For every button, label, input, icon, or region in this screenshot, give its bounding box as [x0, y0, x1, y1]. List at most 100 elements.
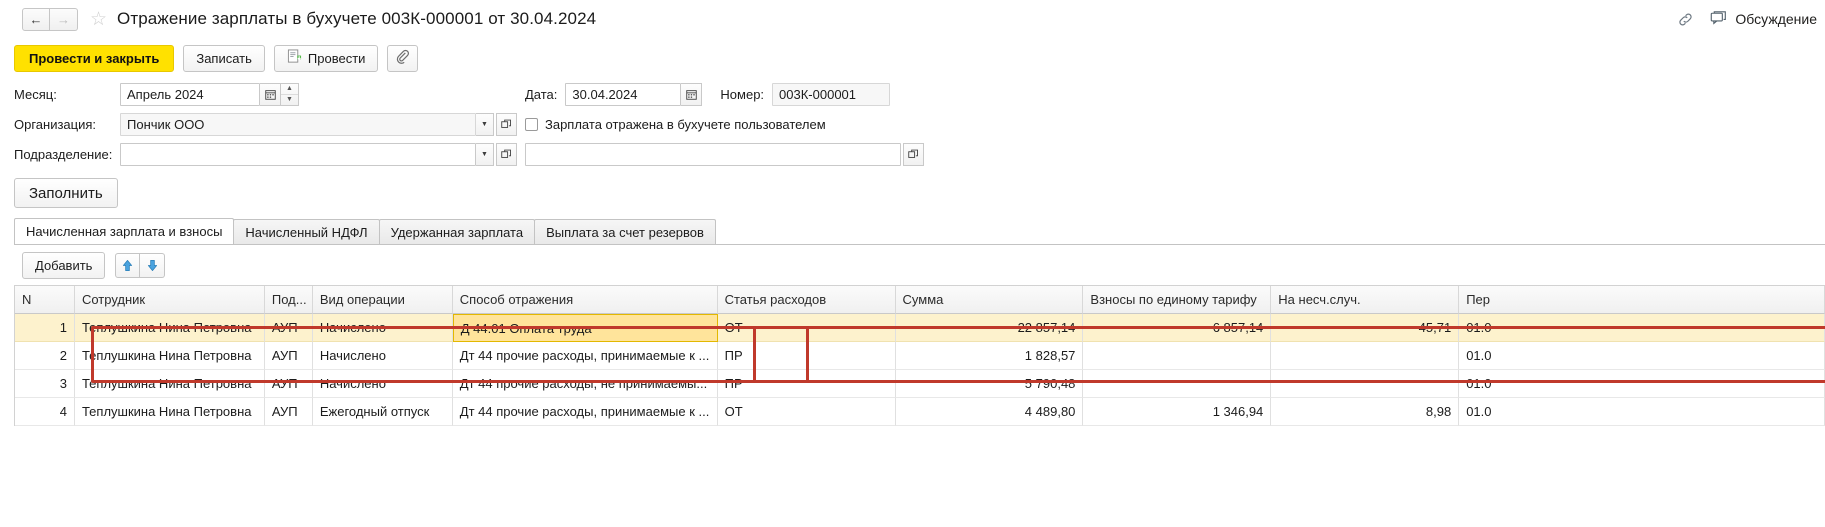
column-header-amount[interactable]: Сумма — [896, 286, 1084, 314]
cell-n[interactable]: 1 — [15, 314, 75, 342]
department-input[interactable] — [120, 143, 476, 166]
navigation-buttons: ← → — [22, 8, 78, 31]
cell-method[interactable]: Дт 44 прочие расходы, принимаемые к ... — [453, 342, 718, 370]
cell-period[interactable]: 01.0 — [1459, 370, 1825, 398]
link-icon[interactable] — [1677, 11, 1694, 28]
open-list-icon[interactable] — [496, 143, 517, 166]
table-row[interactable]: 1 Теплушкина Нина Петровна АУП Начислено… — [15, 314, 1825, 342]
cell-n[interactable]: 3 — [15, 370, 75, 398]
star-icon[interactable]: ☆ — [90, 10, 107, 29]
column-header-department[interactable]: Под... — [265, 286, 313, 314]
calendar-icon[interactable] — [681, 83, 702, 106]
tab-bar: Начисленная зарплата и взносы Начисленны… — [0, 218, 1825, 244]
cell-method[interactable]: Дт 44 прочие расходы, не принимаемы... — [453, 370, 718, 398]
organization-label: Организация: — [14, 117, 120, 132]
cell-amount[interactable]: 22 857,14 — [896, 314, 1084, 342]
cell-method[interactable]: Дт 44 прочие расходы, принимаемые к ... — [453, 398, 718, 426]
table-row[interactable]: 4 Теплушкина Нина Петровна АУП Ежегодный… — [15, 398, 1825, 426]
spinner-up-icon[interactable]: ▲ — [281, 84, 298, 95]
cell-contributions[interactable]: 6 857,14 — [1083, 314, 1271, 342]
cell-n[interactable]: 2 — [15, 342, 75, 370]
column-header-period[interactable]: Пер — [1459, 286, 1825, 314]
cell-operation[interactable]: Начислено — [313, 370, 453, 398]
cell-n[interactable]: 4 — [15, 398, 75, 426]
tab-reserve-payment[interactable]: Выплата за счет резервов — [534, 219, 716, 244]
cell-amount[interactable]: 4 489,80 — [896, 398, 1084, 426]
cell-employee[interactable]: Теплушкина Нина Петровна — [75, 370, 265, 398]
tab-accrued-salary[interactable]: Начисленная зарплата и взносы — [14, 218, 234, 244]
cell-operation[interactable]: Ежегодный отпуск — [313, 398, 453, 426]
chevron-down-icon[interactable]: ▼ — [476, 113, 494, 136]
number-input[interactable]: 003К-000001 — [772, 83, 890, 106]
document-window: ← → ☆ Отражение зарплаты в бухучете 003К… — [0, 0, 1825, 527]
cell-method[interactable]: Д 44.01 Оплата труда — [453, 314, 718, 342]
column-header-method[interactable]: Способ отражения — [453, 286, 718, 314]
column-header-accident[interactable]: На несч.случ. — [1271, 286, 1459, 314]
open-list-icon[interactable] — [903, 143, 924, 166]
add-row-button[interactable]: Добавить — [22, 252, 105, 279]
column-header-expense[interactable]: Статья расходов — [718, 286, 896, 314]
cell-contributions[interactable]: 1 346,94 — [1083, 398, 1271, 426]
post-and-close-button[interactable]: Провести и закрыть — [14, 45, 174, 72]
calendar-icon[interactable] — [260, 83, 281, 106]
month-input[interactable]: Апрель 2024 — [120, 83, 260, 106]
spinner-down-icon[interactable]: ▼ — [281, 95, 298, 105]
arrow-down-icon[interactable] — [140, 253, 165, 278]
cell-department[interactable]: АУП — [265, 314, 313, 342]
cell-period[interactable]: 01.0 — [1459, 314, 1825, 342]
title-bar-actions: Обсуждение — [1677, 0, 1817, 38]
forward-icon[interactable]: → — [50, 8, 78, 31]
cell-amount[interactable]: 1 828,57 — [896, 342, 1084, 370]
comment-input[interactable] — [525, 143, 901, 166]
column-header-n[interactable]: N — [15, 286, 75, 314]
cell-department[interactable]: АУП — [265, 370, 313, 398]
cell-period[interactable]: 01.0 — [1459, 342, 1825, 370]
cell-employee[interactable]: Теплушкина Нина Петровна — [75, 342, 265, 370]
column-header-operation[interactable]: Вид операции — [313, 286, 453, 314]
discussion-label: Обсуждение — [1735, 11, 1817, 27]
cell-accident[interactable] — [1271, 342, 1459, 370]
grid-header-row: N Сотрудник Под... Вид операции Способ о… — [15, 286, 1825, 314]
table-row[interactable]: 2 Теплушкина Нина Петровна АУП Начислено… — [15, 342, 1825, 370]
cell-contributions[interactable] — [1083, 342, 1271, 370]
attachments-button[interactable] — [387, 45, 418, 72]
cell-operation[interactable]: Начислено — [313, 342, 453, 370]
post-button[interactable]: Провести — [274, 45, 379, 72]
spinner-icon[interactable]: ▲ ▼ — [281, 83, 299, 106]
write-button[interactable]: Записать — [183, 45, 265, 72]
reflected-by-user-row: Зарплата отражена в бухучете пользовател… — [525, 110, 924, 138]
cell-expense[interactable]: ПР — [718, 342, 896, 370]
cell-accident[interactable]: 45,71 — [1271, 314, 1459, 342]
tab-withheld-salary[interactable]: Удержанная зарплата — [379, 219, 535, 244]
open-list-icon[interactable] — [496, 113, 517, 136]
department-label: Подразделение: — [14, 147, 120, 162]
cell-amount[interactable]: 5 790,48 — [896, 370, 1084, 398]
tab-accrued-ndfl[interactable]: Начисленный НДФЛ — [233, 219, 379, 244]
cell-accident[interactable]: 8,98 — [1271, 398, 1459, 426]
cell-employee[interactable]: Теплушкина Нина Петровна — [75, 398, 265, 426]
cell-contributions[interactable] — [1083, 370, 1271, 398]
cell-operation[interactable]: Начислено — [313, 314, 453, 342]
organization-input[interactable]: Пончик ООО — [120, 113, 476, 136]
paperclip-icon — [395, 49, 410, 67]
number-label: Номер: — [720, 87, 764, 102]
cell-department[interactable]: АУП — [265, 398, 313, 426]
cell-expense[interactable]: ОТ — [718, 314, 896, 342]
date-input[interactable]: 30.04.2024 — [565, 83, 681, 106]
arrow-up-icon[interactable] — [115, 253, 140, 278]
reflected-by-user-checkbox[interactable] — [525, 118, 538, 131]
table-row[interactable]: 3 Теплушкина Нина Петровна АУП Начислено… — [15, 370, 1825, 398]
back-icon[interactable]: ← — [22, 8, 50, 31]
cell-department[interactable]: АУП — [265, 342, 313, 370]
table-toolbar: Добавить — [14, 245, 1825, 285]
cell-accident[interactable] — [1271, 370, 1459, 398]
chevron-down-icon[interactable]: ▼ — [476, 143, 494, 166]
column-header-employee[interactable]: Сотрудник — [75, 286, 265, 314]
cell-expense[interactable]: ПР — [718, 370, 896, 398]
cell-expense[interactable]: ОТ — [718, 398, 896, 426]
fill-button[interactable]: Заполнить — [14, 178, 118, 208]
cell-period[interactable]: 01.0 — [1459, 398, 1825, 426]
discussion-button[interactable]: Обсуждение — [1710, 10, 1817, 28]
column-header-contributions[interactable]: Взносы по единому тарифу — [1083, 286, 1271, 314]
cell-employee[interactable]: Теплушкина Нина Петровна — [75, 314, 265, 342]
